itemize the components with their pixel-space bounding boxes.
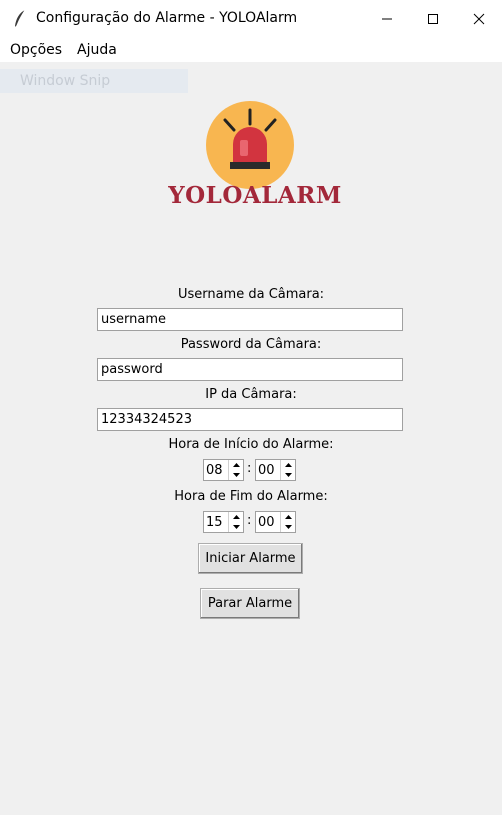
window-title: Configuração do Alarme - YOLOAlarm: [36, 10, 298, 26]
username-input[interactable]: [97, 308, 403, 331]
triangle-up-icon: [284, 515, 292, 519]
end-minute-spinbox[interactable]: 00: [255, 511, 296, 533]
spin-down-button[interactable]: [229, 522, 243, 532]
close-button[interactable]: [456, 0, 502, 38]
spin-down-button[interactable]: [281, 470, 295, 480]
minimize-icon: [382, 18, 392, 20]
ip-label: IP da Câmara:: [205, 387, 297, 402]
menu-ajuda[interactable]: Ajuda: [77, 42, 117, 58]
maximize-icon: [428, 14, 438, 24]
menu-opcoes[interactable]: Opções: [10, 42, 62, 58]
triangle-up-icon: [284, 463, 292, 467]
close-icon: [473, 13, 485, 25]
ip-input[interactable]: [97, 408, 403, 431]
yoloalarm-logo: YOLOALARM: [160, 100, 350, 215]
time-separator: :: [247, 461, 252, 476]
triangle-down-icon: [232, 473, 240, 477]
triangle-down-icon: [284, 525, 292, 529]
spin-up-button[interactable]: [281, 460, 295, 470]
triangle-up-icon: [232, 463, 240, 467]
triangle-down-icon: [284, 473, 292, 477]
spin-up-button[interactable]: [229, 512, 243, 522]
start-hour-spinbox[interactable]: 08: [203, 459, 244, 481]
end-hour-spinbox[interactable]: 15: [203, 511, 244, 533]
start-alarm-button[interactable]: Iniciar Alarme: [198, 543, 303, 574]
start-time-label: Hora de Início do Alarme:: [168, 437, 334, 452]
password-label: Password da Câmara:: [180, 337, 322, 352]
spin-up-button[interactable]: [229, 460, 243, 470]
time-separator: :: [247, 513, 252, 528]
password-input[interactable]: [97, 358, 403, 381]
start-minute-spinbox[interactable]: 00: [255, 459, 296, 481]
spin-down-button[interactable]: [281, 522, 295, 532]
window-snip-overlay: Window Snip: [0, 69, 188, 93]
menu-bar: Opções Ajuda: [0, 38, 502, 62]
username-label: Username da Câmara:: [177, 287, 325, 302]
start-minute-value: 00: [258, 463, 275, 478]
minimize-button[interactable]: [364, 0, 410, 38]
maximize-button[interactable]: [410, 0, 456, 38]
title-bar: Configuração do Alarme - YOLOAlarm: [0, 0, 502, 38]
stop-alarm-button[interactable]: Parar Alarme: [200, 588, 300, 619]
end-hour-value: 15: [206, 515, 223, 530]
triangle-down-icon: [232, 525, 240, 529]
spin-down-button[interactable]: [229, 470, 243, 480]
start-hour-value: 08: [206, 463, 223, 478]
feather-icon: [15, 9, 26, 28]
end-minute-value: 00: [258, 515, 275, 530]
logo-text: YOLOALARM: [168, 182, 342, 209]
end-time-label: Hora de Fim do Alarme:: [174, 489, 328, 504]
spin-up-button[interactable]: [281, 512, 295, 522]
triangle-up-icon: [232, 515, 240, 519]
